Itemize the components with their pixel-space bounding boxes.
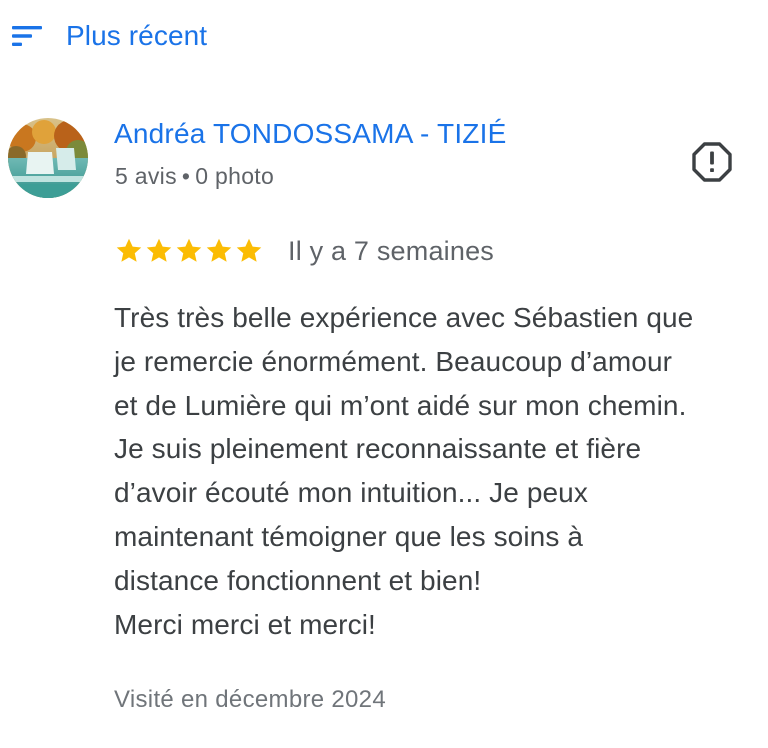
reviews-count: 5 avis: [115, 163, 177, 189]
star-icon: [236, 238, 262, 262]
octagon-alert-icon: [692, 142, 732, 182]
meta-separator: •: [181, 163, 191, 189]
report-icon[interactable]: [690, 140, 734, 184]
star-icon: [146, 238, 172, 262]
review-text-line: Je suis pleinement reconnaissante et fiè…: [114, 433, 642, 465]
sort-icon: [12, 26, 42, 46]
review-text-line: maintenant témoigner que les soins à: [114, 520, 583, 552]
rating-row: Il y a 7 semaines: [114, 232, 494, 270]
review-date: Il y a 7 semaines: [288, 235, 494, 266]
review-text-line: distance fonctionnent et bien!: [114, 564, 482, 596]
author-meta: 5 avis • 0 photo: [115, 163, 274, 190]
avatar[interactable]: [8, 118, 88, 198]
review-text-line: et de Lumière qui m’ont aidé sur mon che…: [114, 389, 687, 421]
review-text-line: Merci merci et merci!: [114, 608, 376, 640]
review-text: Très très belle expérience avec Sébastie…: [114, 296, 764, 646]
star-rating: [114, 236, 264, 266]
visit-date: Visité en décembre 2024: [114, 686, 386, 713]
author-name[interactable]: Andréa TONDOSSAMA - TIZIÉ: [114, 118, 506, 150]
review-text-line: je remercie énormément. Beaucoup d’amour: [114, 345, 673, 377]
sort-button[interactable]: Plus récent: [10, 14, 207, 58]
review-text-line: Très très belle expérience avec Sébastie…: [114, 302, 694, 333]
star-icon: [116, 238, 142, 262]
sort-label: Plus récent: [66, 20, 208, 51]
avatar-landscape-image: [8, 118, 88, 198]
star-icon: [206, 238, 232, 262]
review-text-line: d’avoir écouté mon intuition... Je peux: [114, 477, 588, 509]
star-icon: [176, 238, 202, 262]
photos-count: 0 photo: [195, 163, 275, 189]
